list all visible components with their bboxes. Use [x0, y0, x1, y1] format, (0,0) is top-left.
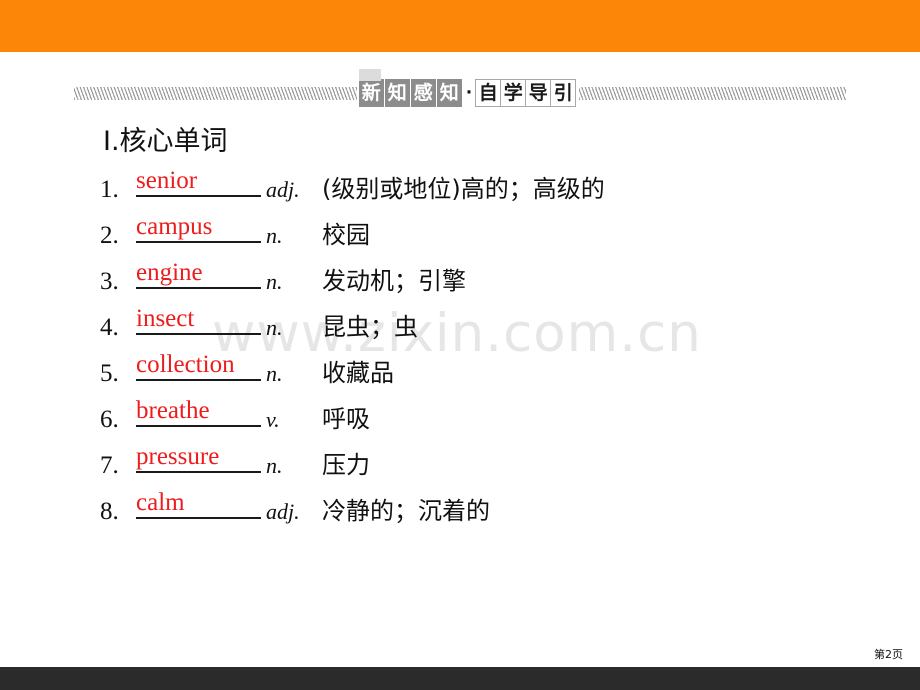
item-number: 6. — [100, 406, 119, 434]
item-number: 2. — [100, 222, 119, 250]
section-banner: 新 知 感 知 · 自 学 导 引 — [0, 69, 920, 116]
vocabulary-word: senior — [136, 167, 198, 195]
part-of-speech: n. — [266, 269, 283, 295]
blank-rule — [136, 425, 261, 428]
vocabulary-word: engine — [136, 259, 203, 287]
word-meaning: 压力 — [322, 451, 370, 480]
blank-rule — [136, 471, 261, 474]
answer-blank: engine — [136, 255, 266, 290]
part-of-speech: adj. — [266, 499, 300, 525]
blank-rule — [136, 517, 261, 520]
word-meaning: 收藏品 — [322, 359, 394, 388]
banner-dark-char-2: 知 — [384, 79, 410, 107]
banner-dark-char-4: 知 — [436, 79, 462, 107]
banner-light-char-3: 导 — [525, 79, 551, 107]
banner-dark-char-1: 新 — [358, 79, 384, 107]
blank-rule — [136, 195, 261, 198]
slide-content: Ⅰ.核心单词 1. senior adj. (级别或地位)高的；高级的 2. c… — [100, 126, 870, 531]
word-meaning: 冷静的；沉着的 — [322, 497, 490, 526]
list-item: 5. collection n. 收藏品 — [100, 347, 870, 393]
word-meaning: 校园 — [322, 221, 370, 250]
banner-light-char-4: 引 — [550, 79, 576, 107]
answer-blank: pressure — [136, 439, 266, 474]
answer-blank: breathe — [136, 393, 266, 428]
part-of-speech: v. — [266, 407, 280, 433]
item-number: 7. — [100, 452, 119, 480]
word-meaning: 呼吸 — [322, 405, 370, 434]
top-orange-band — [0, 0, 920, 52]
banner-light-char-1: 自 — [475, 79, 501, 107]
list-item: 1. senior adj. (级别或地位)高的；高级的 — [100, 163, 870, 209]
vocabulary-list: 1. senior adj. (级别或地位)高的；高级的 2. campus n… — [100, 163, 870, 531]
banner-hatch-left — [73, 86, 357, 100]
answer-blank: campus — [136, 209, 266, 244]
banner-light-char-2: 学 — [500, 79, 526, 107]
banner-light-group: 自 学 导 引 — [475, 79, 577, 107]
item-number: 4. — [100, 314, 119, 342]
banner-title-boxes: 新 知 感 知 · 自 学 导 引 — [358, 69, 577, 107]
section-title-text: .核心单词 — [110, 126, 228, 157]
word-meaning: (级别或地位)高的；高级的 — [322, 175, 605, 204]
banner-separator-dot: · — [465, 83, 473, 103]
vocabulary-word: calm — [136, 489, 185, 517]
vocabulary-word: pressure — [136, 443, 220, 471]
banner-hatch-right — [579, 86, 847, 100]
answer-blank: calm — [136, 485, 266, 520]
part-of-speech: adj. — [266, 177, 300, 203]
list-item: 2. campus n. 校园 — [100, 209, 870, 255]
part-of-speech: n. — [266, 315, 283, 341]
vocabulary-word: breathe — [136, 397, 210, 425]
section-numeral: Ⅰ — [103, 126, 111, 156]
list-item: 4. insect n. 昆虫；虫 — [100, 301, 870, 347]
item-number: 8. — [100, 498, 119, 526]
vocabulary-word: collection — [136, 351, 235, 379]
list-item: 3. engine n. 发动机；引擎 — [100, 255, 870, 301]
blank-rule — [136, 287, 261, 290]
blank-rule — [136, 241, 261, 244]
part-of-speech: n. — [266, 361, 283, 387]
banner-tab-nub — [358, 69, 381, 81]
vocabulary-word: insect — [136, 305, 195, 333]
page-number: 第2页 — [874, 648, 903, 661]
part-of-speech: n. — [266, 223, 283, 249]
vocabulary-word: campus — [136, 213, 213, 241]
item-number: 5. — [100, 360, 119, 388]
list-item: 7. pressure n. 压力 — [100, 439, 870, 485]
part-of-speech: n. — [266, 453, 283, 479]
blank-rule — [136, 379, 261, 382]
answer-blank: collection — [136, 347, 266, 382]
answer-blank: insect — [136, 301, 266, 336]
page-title: Ⅰ.核心单词 — [103, 126, 870, 157]
banner-dark-char-3: 感 — [410, 79, 436, 107]
word-meaning: 昆虫；虫 — [322, 313, 418, 342]
answer-blank: senior — [136, 163, 266, 198]
item-number: 1. — [100, 176, 119, 204]
item-number: 3. — [100, 268, 119, 296]
word-meaning: 发动机；引擎 — [322, 267, 466, 296]
list-item: 6. breathe v. 呼吸 — [100, 393, 870, 439]
blank-rule — [136, 333, 261, 336]
list-item: 8. calm adj. 冷静的；沉着的 — [100, 485, 870, 531]
bottom-dark-band — [0, 667, 920, 690]
slide-root: 新 知 感 知 · 自 学 导 引 www.zixin.com.cn Ⅰ.核心单… — [0, 0, 920, 690]
